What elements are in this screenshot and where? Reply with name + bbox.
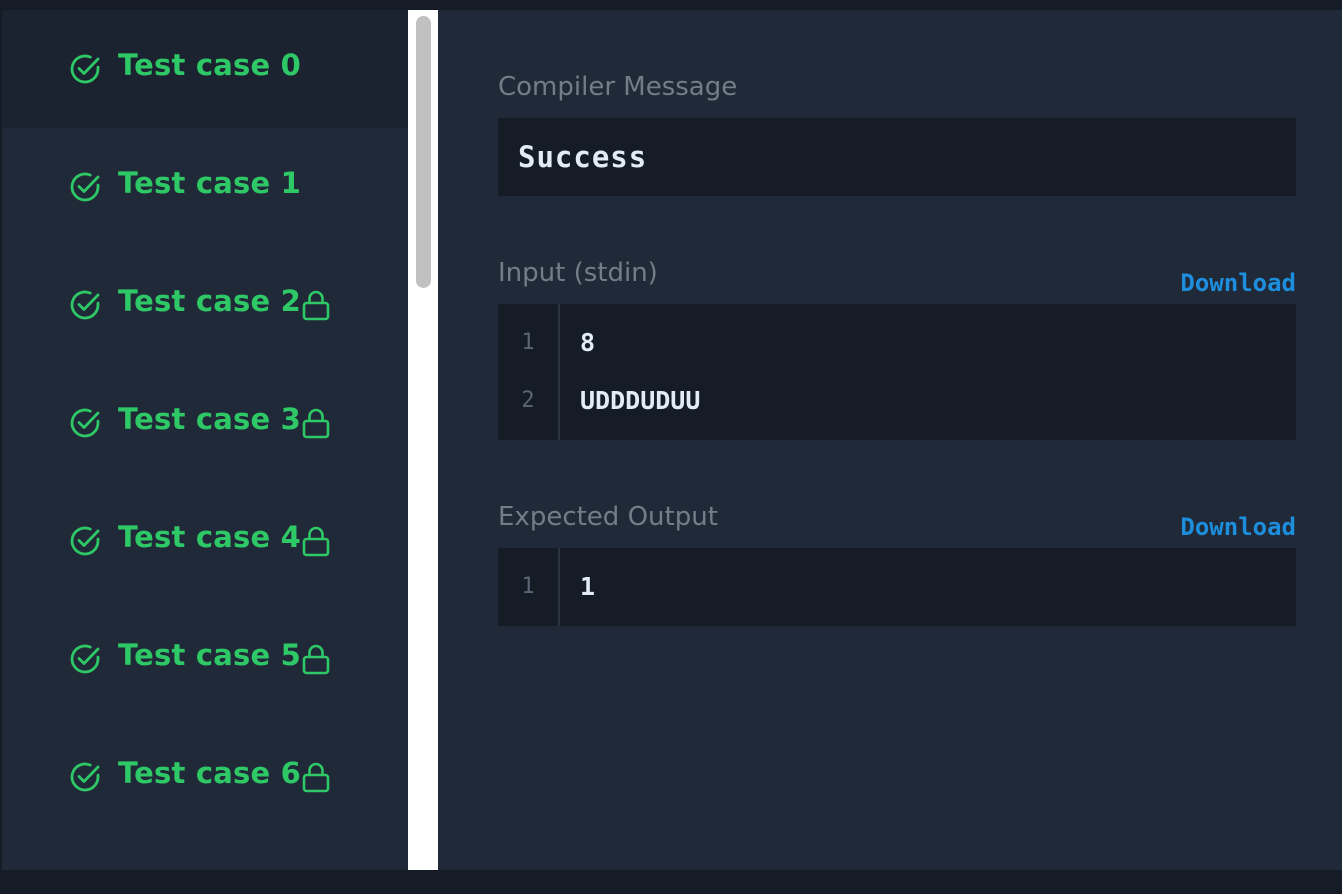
line-text: 8 bbox=[580, 328, 596, 357]
expected-output-code-box: 1 1 bbox=[498, 548, 1296, 626]
compiler-message-box: Success bbox=[498, 118, 1296, 196]
check-circle-icon bbox=[70, 172, 100, 202]
check-circle-icon bbox=[70, 408, 100, 438]
test-case-item-4[interactable]: Test case 4 bbox=[2, 482, 408, 600]
input-download-link[interactable]: Download bbox=[1180, 269, 1296, 297]
test-case-label: Test case 6 bbox=[118, 756, 301, 790]
check-circle-icon bbox=[70, 762, 100, 792]
compiler-message-label: Compiler Message bbox=[498, 72, 738, 102]
test-result-panel: Compiler Message Success Input (stdin) D… bbox=[438, 10, 1342, 870]
line-text: 1 bbox=[580, 572, 596, 601]
check-circle-icon bbox=[70, 290, 100, 320]
line-text: UDDDUDUU bbox=[580, 386, 701, 415]
expected-output-download-link[interactable]: Download bbox=[1180, 513, 1296, 541]
line-number: 1 bbox=[521, 574, 535, 599]
test-case-label: Test case 5 bbox=[118, 638, 301, 672]
code-line: 1 8 bbox=[498, 314, 1296, 372]
test-case-item-2[interactable]: Test case 2 bbox=[2, 246, 408, 364]
check-circle-icon bbox=[70, 644, 100, 674]
line-number: 1 bbox=[521, 330, 535, 355]
lock-icon bbox=[302, 526, 330, 557]
test-case-label: Test case 2 bbox=[118, 284, 301, 318]
test-case-label: Test case 3 bbox=[118, 402, 301, 436]
test-case-label: Test case 0 bbox=[118, 48, 301, 82]
check-circle-icon bbox=[70, 526, 100, 556]
test-case-list: Test case 0 Test case 1 Test case 2 Test… bbox=[2, 10, 408, 870]
expected-output-label: Expected Output bbox=[498, 502, 718, 532]
test-case-item-1[interactable]: Test case 1 bbox=[2, 128, 408, 246]
line-number: 2 bbox=[521, 388, 535, 413]
lock-icon bbox=[302, 762, 330, 793]
lock-icon bbox=[302, 290, 330, 321]
sidebar-scrollbar[interactable] bbox=[408, 10, 438, 870]
test-case-item-0[interactable]: Test case 0 bbox=[2, 10, 408, 128]
lock-icon bbox=[302, 644, 330, 675]
test-case-item-3[interactable]: Test case 3 bbox=[2, 364, 408, 482]
test-case-label: Test case 1 bbox=[118, 166, 301, 200]
code-line: 2 UDDDUDUU bbox=[498, 372, 1296, 430]
test-case-item-5[interactable]: Test case 5 bbox=[2, 600, 408, 718]
scrollbar-thumb[interactable] bbox=[416, 16, 431, 288]
test-case-label: Test case 4 bbox=[118, 520, 301, 554]
test-case-item-6[interactable]: Test case 6 bbox=[2, 718, 408, 836]
code-line: 1 1 bbox=[498, 558, 1296, 616]
lock-icon bbox=[302, 408, 330, 439]
check-circle-icon bbox=[70, 54, 100, 84]
input-label: Input (stdin) bbox=[498, 258, 658, 288]
input-code-box: 1 8 2 UDDDUDUU bbox=[498, 304, 1296, 440]
compiler-message-text: Success bbox=[518, 140, 648, 174]
